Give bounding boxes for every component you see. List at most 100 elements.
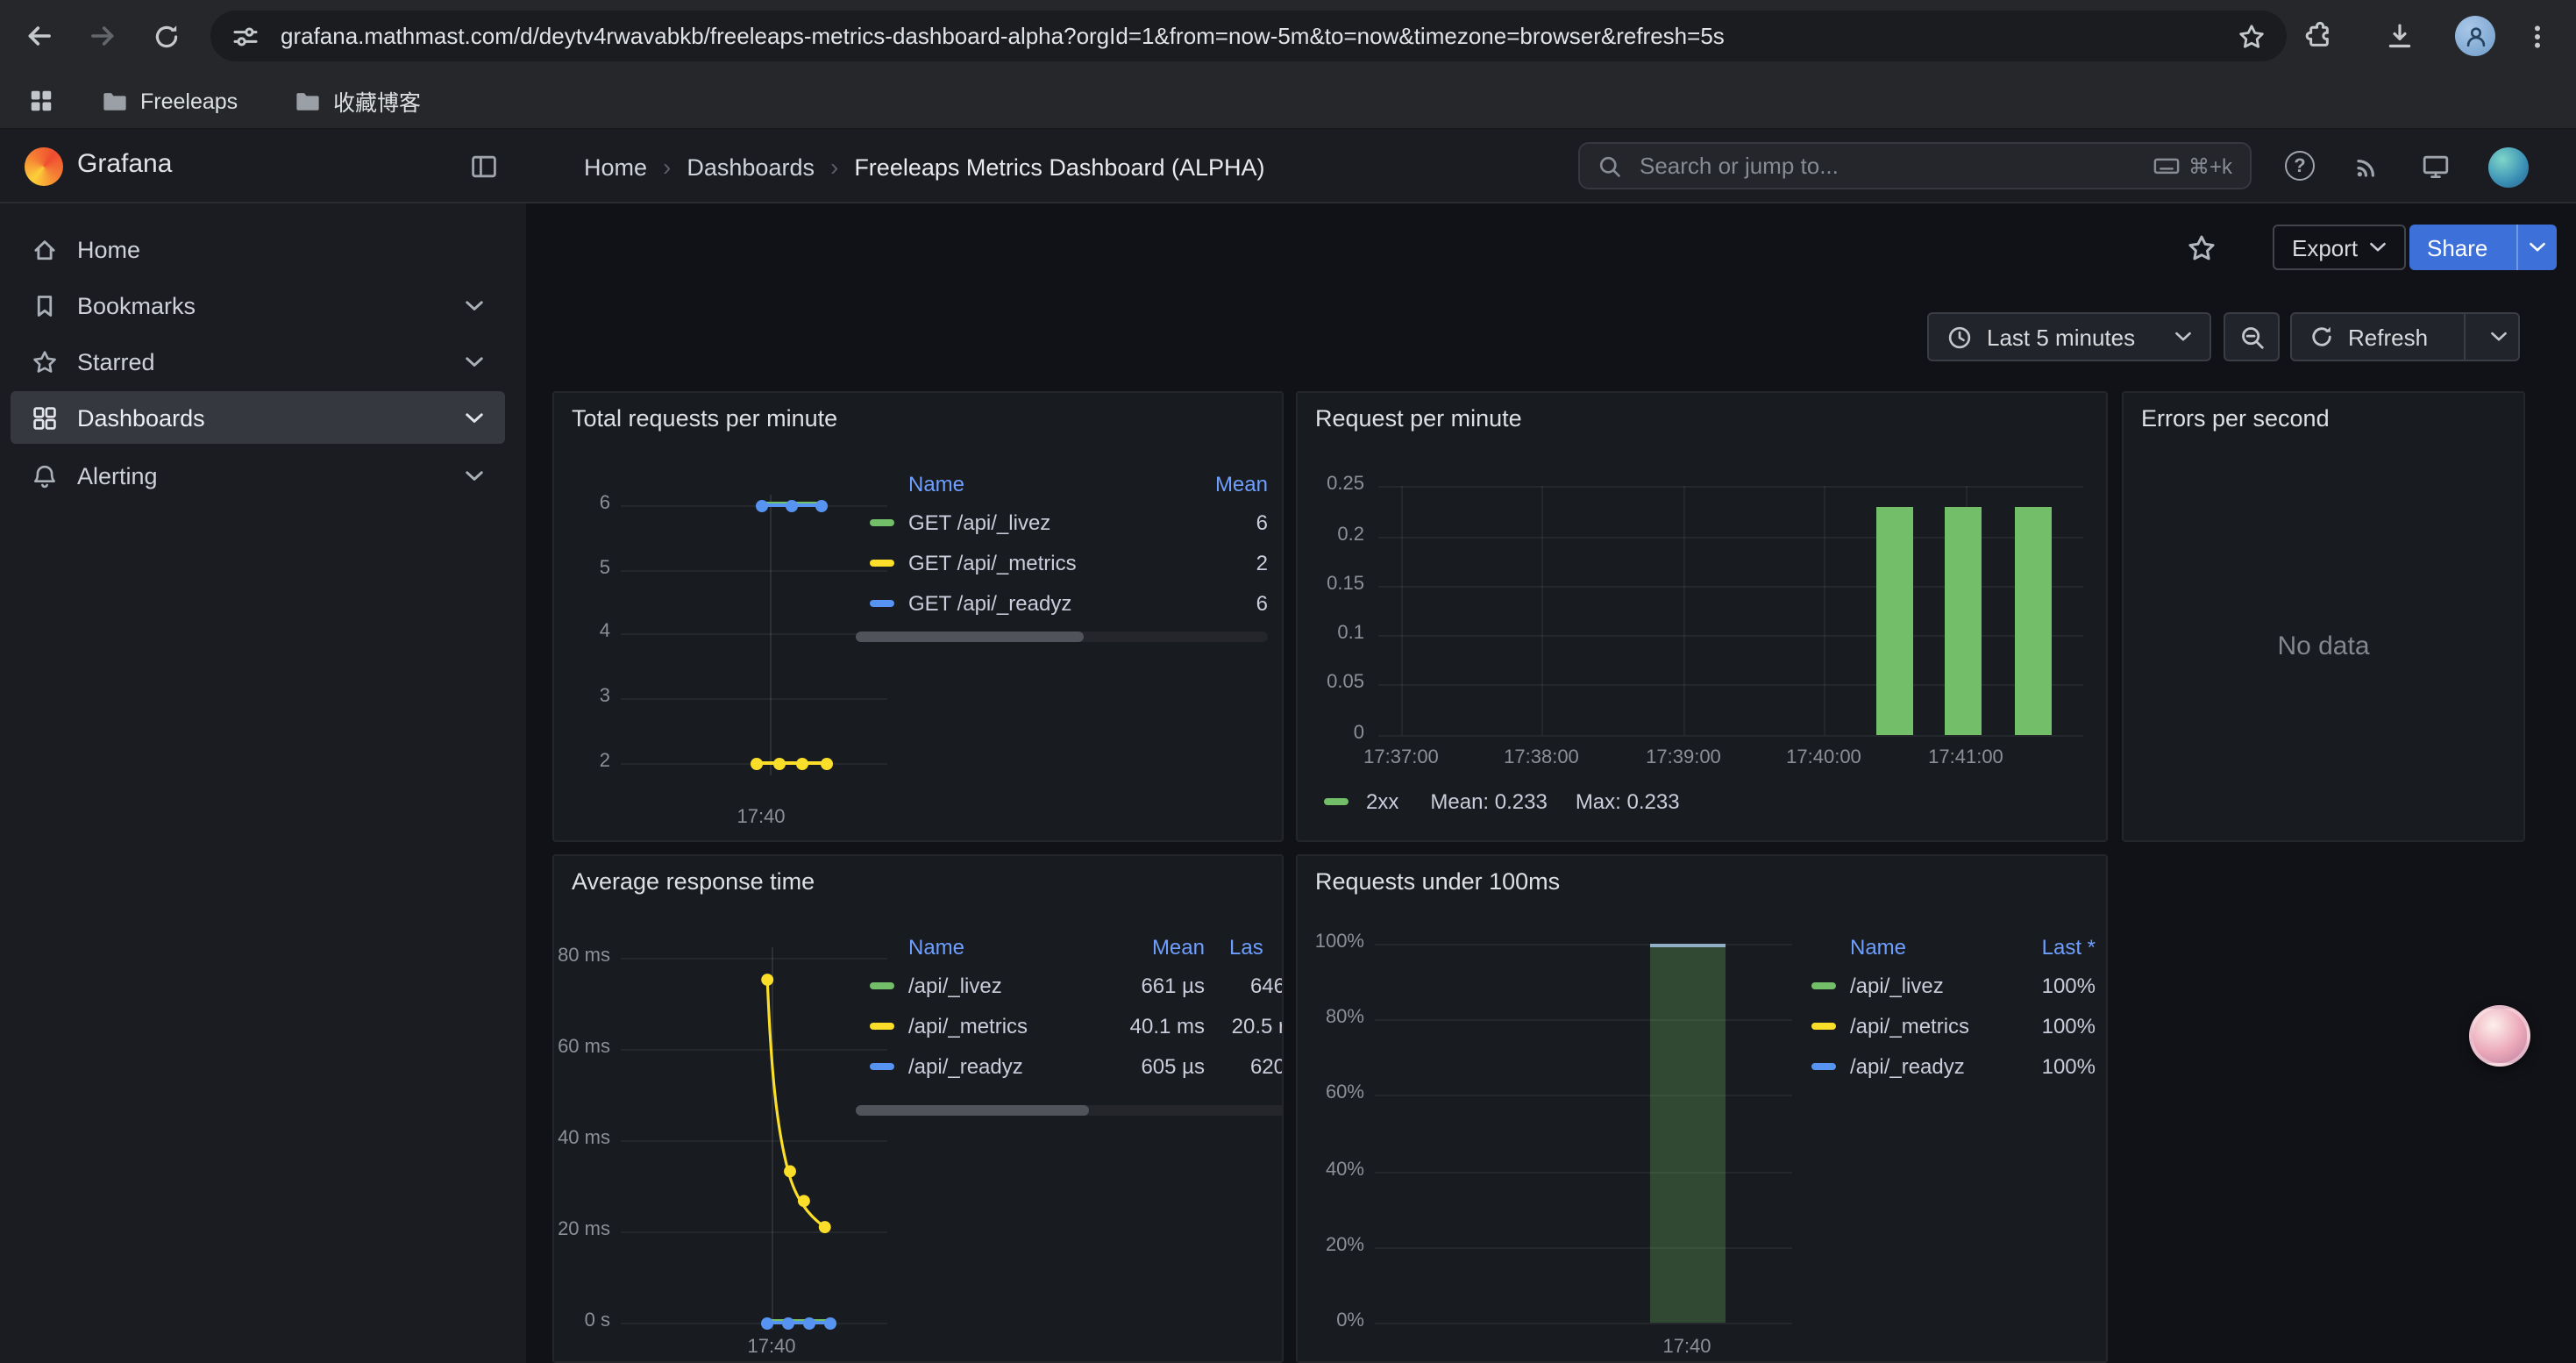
- y-tick: 0.2: [1301, 525, 1364, 547]
- bookmark-folder-blogs[interactable]: 收藏博客: [284, 82, 431, 119]
- x-tick: 17:40: [1643, 1337, 1731, 1359]
- breadcrumb-dashboards[interactable]: Dashboards: [687, 153, 815, 180]
- panel-title[interactable]: Total requests per minute: [572, 405, 837, 432]
- legend-scrollbar[interactable]: [856, 632, 1268, 642]
- browser-profile-avatar[interactable]: [2455, 16, 2495, 56]
- tune-icon[interactable]: [231, 22, 260, 50]
- gridline: [1401, 486, 1403, 735]
- sidebar-item-dashboards[interactable]: Dashboards: [11, 391, 505, 444]
- y-tick: 40 ms: [554, 1128, 610, 1151]
- chevron-down-icon[interactable]: [465, 355, 484, 368]
- browser-toolbar: [0, 0, 2576, 72]
- sidebar-toggle-button[interactable]: [470, 153, 498, 181]
- series-mean: 2: [1198, 550, 1268, 574]
- scrollbar-thumb[interactable]: [856, 632, 1084, 642]
- gridline: [1375, 944, 1792, 946]
- favorite-dashboard-button[interactable]: [2187, 233, 2217, 263]
- chevron-down-icon: [2528, 242, 2545, 253]
- series-name[interactable]: GET /api/_livez: [908, 510, 1198, 534]
- sidebar-item-home[interactable]: Home: [11, 223, 505, 275]
- time-range-picker[interactable]: Last 5 minutes: [1927, 312, 2211, 361]
- chevron-down-icon: [2174, 332, 2192, 342]
- legend-col-last[interactable]: Last *: [2008, 935, 2096, 960]
- series-name[interactable]: GET /api/_metrics: [908, 550, 1198, 574]
- display-button[interactable]: [2422, 153, 2450, 181]
- forward-button[interactable]: [77, 11, 128, 61]
- legend-table: Name Last * /api/_livez 100% /api/_metri…: [1797, 930, 2096, 1086]
- address-bar[interactable]: [210, 11, 2287, 61]
- gridline: [621, 763, 887, 765]
- sidebar-item-starred[interactable]: Starred: [11, 335, 505, 388]
- scrollbar-thumb[interactable]: [856, 1105, 1089, 1116]
- url-input[interactable]: [277, 21, 2238, 51]
- floating-avatar[interactable]: [2469, 1005, 2530, 1067]
- share-menu-button[interactable]: [2516, 225, 2556, 270]
- legend-col-mean[interactable]: Mean: [1092, 935, 1205, 960]
- refresh-button[interactable]: Refresh: [2292, 314, 2445, 360]
- gridline: [1375, 1095, 1792, 1096]
- bell-icon: [32, 462, 58, 489]
- gridline: [621, 1323, 887, 1324]
- refresh-icon: [2309, 325, 2334, 349]
- series-mean: 661 µs: [1092, 973, 1205, 997]
- user-avatar[interactable]: [2488, 147, 2529, 188]
- zoom-out-button[interactable]: [2224, 312, 2280, 361]
- search-box[interactable]: ⌘+k: [1578, 142, 2252, 189]
- series-color-swatch: [870, 518, 894, 525]
- series-max: Max: 0.233: [1576, 789, 1680, 814]
- bookmark-star-icon[interactable]: [2238, 22, 2266, 50]
- back-button[interactable]: [14, 11, 65, 61]
- breadcrumb-home[interactable]: Home: [584, 153, 647, 180]
- gridline: [621, 698, 887, 700]
- series-name[interactable]: /api/_metrics: [908, 1013, 1092, 1038]
- downloads-button[interactable]: [2374, 11, 2425, 61]
- y-tick: 80%: [1301, 1007, 1364, 1030]
- grafana-logo-icon[interactable]: [25, 147, 63, 186]
- series-name[interactable]: /api/_metrics: [1850, 1013, 2008, 1038]
- search-input[interactable]: [1636, 151, 2139, 181]
- series-name[interactable]: 2xx: [1366, 789, 1398, 814]
- share-label[interactable]: Share: [2409, 225, 2505, 270]
- extensions-button[interactable]: [2294, 11, 2345, 61]
- export-button[interactable]: Export: [2273, 225, 2405, 270]
- sidebar-item-bookmarks[interactable]: Bookmarks: [11, 279, 505, 332]
- gridline: [621, 1231, 887, 1233]
- panel-title[interactable]: Errors per second: [2141, 405, 2330, 432]
- news-button[interactable]: [2353, 153, 2381, 181]
- series-last: 620: [1205, 1053, 1284, 1078]
- panel-errors-per-second: Errors per second No data: [2122, 391, 2525, 842]
- chevron-down-icon[interactable]: [465, 411, 484, 424]
- series-name[interactable]: GET /api/_readyz: [908, 590, 1198, 615]
- refresh-label: Refresh: [2348, 324, 2428, 350]
- legend-col-name[interactable]: Name: [908, 935, 1092, 960]
- search-shortcut: ⌘+k: [2153, 153, 2232, 179]
- panel-title[interactable]: Average response time: [572, 868, 815, 895]
- x-tick: 17:40: [717, 807, 805, 830]
- legend-scrollbar[interactable]: [856, 1105, 1284, 1116]
- panel-title[interactable]: Request per minute: [1315, 405, 1522, 432]
- series-name[interactable]: /api/_readyz: [1850, 1053, 2008, 1078]
- chevron-down-icon[interactable]: [465, 299, 484, 311]
- legend-col-last[interactable]: Las: [1205, 935, 1284, 960]
- series-mean: 605 µs: [1092, 1053, 1205, 1078]
- y-tick: 6: [565, 493, 610, 516]
- gridline: [1378, 684, 2083, 686]
- reload-button[interactable]: [140, 11, 191, 61]
- bookmark-folder-freeleaps[interactable]: Freeleaps: [91, 82, 248, 119]
- legend-col-mean[interactable]: Mean: [1198, 472, 1268, 496]
- browser-menu-button[interactable]: [2511, 11, 2562, 61]
- series-name[interactable]: /api/_livez: [1850, 973, 2008, 997]
- sidebar-item-alerting[interactable]: Alerting: [11, 449, 505, 502]
- panel-title[interactable]: Requests under 100ms: [1315, 868, 1560, 895]
- apps-shortcut-button[interactable]: [18, 82, 65, 119]
- refresh-interval-button[interactable]: [2479, 314, 2518, 360]
- help-button[interactable]: ?: [2285, 151, 2315, 181]
- series-color-swatch: [870, 1022, 894, 1029]
- legend-col-name[interactable]: Name: [908, 472, 1198, 496]
- chevron-down-icon[interactable]: [465, 469, 484, 482]
- star-outline-icon: [2187, 233, 2217, 263]
- share-button[interactable]: Share: [2409, 225, 2556, 270]
- series-name[interactable]: /api/_readyz: [908, 1053, 1092, 1078]
- legend-col-name[interactable]: Name: [1850, 935, 2008, 960]
- series-name[interactable]: /api/_livez: [908, 973, 1092, 997]
